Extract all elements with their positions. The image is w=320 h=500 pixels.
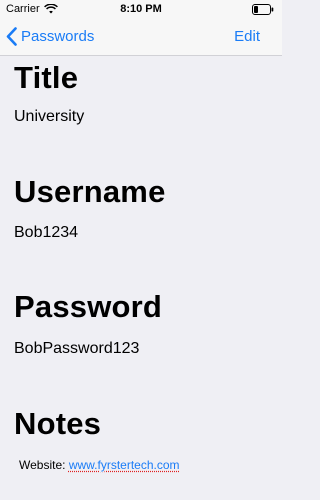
status-time: 8:10 PM bbox=[120, 3, 162, 15]
edit-button[interactable]: Edit bbox=[234, 28, 260, 45]
navigation-bar: Passwords Edit bbox=[0, 20, 282, 56]
notes-website-link[interactable]: www.fyrstertech.com bbox=[69, 458, 180, 472]
username-heading: Username bbox=[14, 174, 166, 209]
password-heading: Password bbox=[14, 289, 163, 324]
notes-text: Website: www.fyrstertech.com bbox=[19, 458, 180, 472]
username-value: Bob1234 bbox=[14, 224, 79, 241]
title-value: University bbox=[14, 108, 85, 125]
chevron-left-icon bbox=[6, 27, 17, 46]
status-bar: Carrier 8:10 PM bbox=[0, 0, 282, 20]
notes-heading: Notes bbox=[14, 406, 102, 441]
notes-prefix: Website: bbox=[19, 458, 69, 472]
title-heading: Title bbox=[14, 60, 79, 95]
battery-icon bbox=[252, 4, 274, 15]
back-button[interactable]: Passwords bbox=[6, 27, 94, 46]
back-button-label: Passwords bbox=[21, 28, 95, 45]
password-value: BobPassword123 bbox=[14, 340, 140, 357]
